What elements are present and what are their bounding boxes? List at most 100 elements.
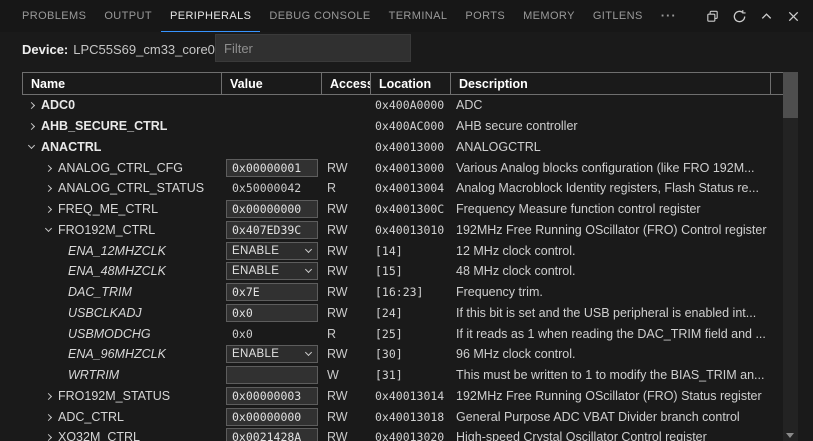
value-input[interactable]: 0x00000000 [226,408,318,426]
register-access: R [322,327,371,341]
value-select[interactable]: ENABLE [226,262,318,280]
register-table-body: ADC0 0x400A0000 ADC AHB_SECURE_CTRL 0x40… [22,95,798,441]
register-name-cell[interactable]: USBMODCHG [22,327,222,341]
value-select[interactable]: ENABLE [226,242,318,260]
register-name-cell[interactable]: ENA_48MHZCLK [22,264,222,278]
register-name-cell[interactable]: ANALOG_CTRL_STATUS [22,181,222,195]
column-header-name: Name [23,73,222,94]
register-name-cell[interactable]: ADC0 [22,98,222,112]
register-name-cell[interactable]: FRO192M_STATUS [22,389,222,403]
scrollbar-down-arrow[interactable] [786,433,794,438]
register-location: [31] [371,368,451,382]
value-select-label: ENABLE [232,348,279,360]
tab-memory[interactable]: MEMORY [514,0,584,32]
register-location: 0x400A0000 [371,98,451,112]
value-readonly: 0x50000042 [232,181,301,195]
register-name-cell[interactable]: AHB_SECURE_CTRL [22,119,222,133]
table-row: ENA_48MHZCLK ENABLE RW [15] 48 MHz clock… [22,261,798,282]
register-name: ADC0 [41,98,75,112]
register-name-cell[interactable]: ENA_12MHZCLK [22,244,222,258]
table-row: WRTRIM W [31] This must be written to 1 … [22,365,798,386]
register-value-cell: 0x00000003 [222,387,322,405]
restore-panel-icon[interactable] [704,8,720,24]
refresh-icon[interactable] [731,8,747,24]
table-row: ENA_12MHZCLK ENABLE RW [14] 12 MHz clock… [22,240,798,261]
tree-chevron-icon [45,434,52,441]
register-value-cell: 0x7E [222,283,322,301]
register-name-cell[interactable]: ADC_CTRL [22,410,222,424]
peripherals-toolbar: Device: LPC55S69_cm33_core0 [0,32,813,66]
register-value-cell: ENABLE [222,345,322,363]
table-row: USBCLKADJ 0x0 RW [24] If this bit is set… [22,303,798,324]
register-location: 0x40013000 [371,140,451,154]
value-input[interactable]: 0x0021428A [226,428,318,441]
tab-peripherals[interactable]: PERIPHERALS [161,0,260,32]
register-name-cell[interactable]: ANALOG_CTRL_CFG [22,161,222,175]
table-row: ANALOG_CTRL_STATUS 0x50000042 R 0x400130… [22,178,798,199]
tab-output[interactable]: OUTPUT [95,0,161,32]
chevron-up-icon[interactable] [758,8,774,24]
register-location: 0x40013000 [371,161,451,175]
register-name: DAC_TRIM [68,285,132,299]
register-value-cell: 0x0021428A [222,428,322,441]
table-header: Name Value Access Location Description [22,72,798,95]
register-name: XO32M_CTRL [58,430,140,441]
tab-debug-console[interactable]: DEBUG CONSOLE [260,0,379,32]
tab-gitlens[interactable]: GITLENS [584,0,652,32]
register-access: RW [322,306,371,320]
register-name-cell[interactable]: WRTRIM [22,368,222,382]
tab-problems[interactable]: PROBLEMS [13,0,95,32]
table-row: XO32M_CTRL 0x0021428A RW 0x40013020 High… [22,427,798,441]
register-name-cell[interactable]: DAC_TRIM [22,285,222,299]
register-value-cell: 0x00000000 [222,200,322,218]
table-scrollbar[interactable] [783,72,798,441]
register-name-cell[interactable]: ENA_96MHZCLK [22,347,222,361]
register-access: RW [322,161,371,175]
table-row: FRO192M_CTRL 0x407ED39C RW 0x40013010 19… [22,220,798,241]
scrollbar-thumb[interactable] [783,72,798,118]
value-input[interactable]: 0x7E [226,283,318,301]
register-access: RW [322,244,371,258]
value-select[interactable]: ENABLE [226,345,318,363]
register-access: R [322,181,371,195]
tree-chevron-icon [45,414,52,421]
register-name: ANALOG_CTRL_STATUS [58,181,204,195]
table-row: DAC_TRIM 0x7E RW [16:23] Frequency trim. [22,282,798,303]
register-location: [24] [371,306,451,320]
register-value-cell: 0x00000000 [222,408,322,426]
register-location: [30] [371,347,451,361]
register-description: Various Analog blocks configuration (lik… [451,161,798,175]
register-description: Frequency trim. [451,285,798,299]
value-input[interactable] [226,366,318,384]
filter-input[interactable] [215,34,411,62]
value-input[interactable]: 0x00000003 [226,387,318,405]
close-icon[interactable] [785,8,801,24]
value-input[interactable]: 0x00000000 [226,200,318,218]
register-name-cell[interactable]: USBCLKADJ [22,306,222,320]
register-description: Frequency Measure function control regis… [451,202,798,216]
register-name-cell[interactable]: FREQ_ME_CTRL [22,202,222,216]
register-description: 48 MHz clock control. [451,264,798,278]
register-name-cell[interactable]: FRO192M_CTRL [22,223,222,237]
value-input[interactable]: 0x00000001 [226,159,318,177]
register-name-cell[interactable]: XO32M_CTRL [22,430,222,441]
register-name-cell[interactable]: ANACTRL [22,140,222,154]
tree-chevron-icon [45,165,52,172]
register-description: This must be written to 1 to modify the … [451,368,798,382]
value-input[interactable]: 0x0 [226,304,318,322]
register-description: If this bit is set and the USB periphera… [451,306,798,320]
value-input[interactable]: 0x407ED39C [226,221,318,239]
register-value-cell: 0x00000001 [222,159,322,177]
register-location: [25] [371,327,451,341]
register-access: W [322,368,371,382]
register-value-cell: 0x0 [222,304,322,322]
register-name: ENA_96MHZCLK [68,347,166,361]
tab-ports[interactable]: PORTS [456,0,514,32]
table-row: ANALOG_CTRL_CFG 0x00000001 RW 0x40013000… [22,157,798,178]
more-actions-button[interactable]: ··· [652,0,686,32]
register-name: FRO192M_STATUS [58,389,170,403]
register-location: 0x40013020 [371,430,451,441]
tab-terminal[interactable]: TERMINAL [380,0,457,32]
register-name: FRO192M_CTRL [58,223,155,237]
value-select-label: ENABLE [232,265,279,277]
